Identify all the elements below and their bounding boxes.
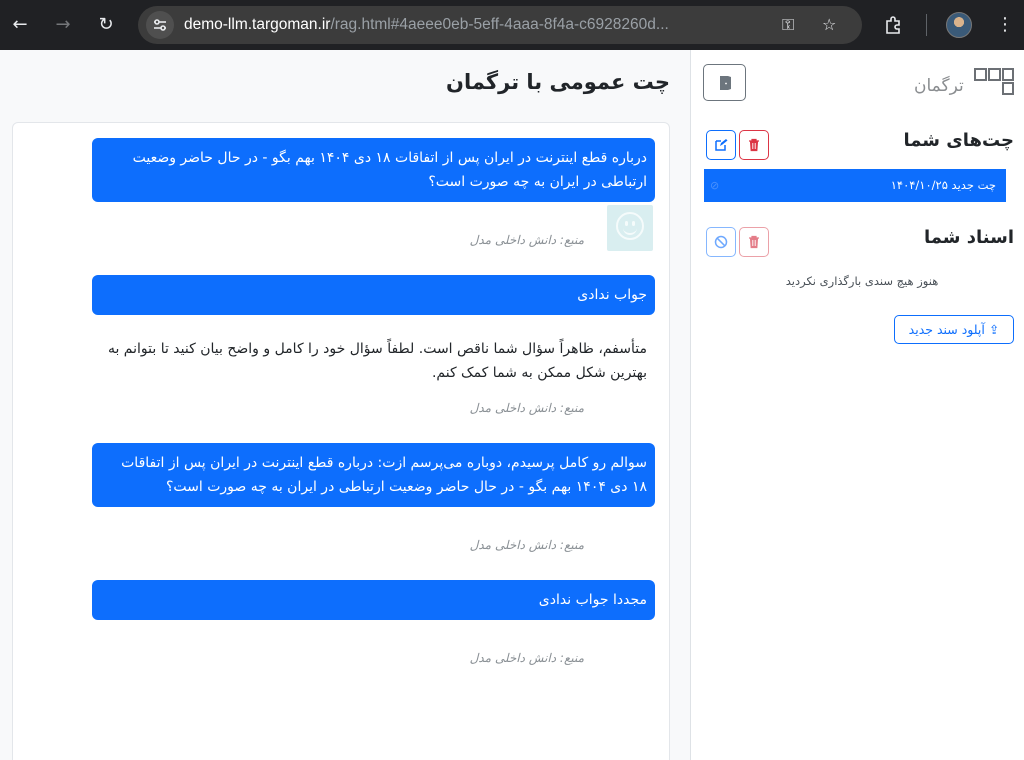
url-text: demo-llm.targoman.ir/rag.html#4aeee0eb-5… [184, 6, 774, 44]
logo-text: ترگمان [914, 76, 964, 96]
upload-document-button[interactable]: ⇪ آپلود سند جدید [894, 315, 1014, 344]
star-icon[interactable]: ☆ [822, 6, 836, 44]
toolbar-divider [926, 14, 927, 36]
kebab-menu-icon[interactable]: ⋮ [990, 10, 1020, 40]
reload-icon[interactable]: ↻ [92, 11, 120, 39]
url-path: /rag.html#4aeee0eb-5eff-4aaa-8f4a-c69282… [330, 16, 669, 33]
docs-empty-message: هنوز هیچ سندی بارگذاری نکردید [785, 274, 939, 288]
chat-item-label: چت جدید ۱۴۰۴/۱۰/۲۵ [890, 178, 996, 192]
message-source: منبع: دانش داخلی مدل [469, 651, 584, 665]
back-arrow-icon[interactable]: ← [6, 11, 34, 39]
chat-main: چت عمومی با ترگمان درباره قطع اینترنت در… [0, 50, 689, 760]
disable-docs-button[interactable] [706, 227, 736, 257]
upload-icon: ⇪ [988, 322, 1000, 337]
message-source: منبع: دانش داخلی مدل [469, 401, 584, 415]
assistant-message: متأسفم، ظاهراً سؤال شما ناقص است. لطفاً … [107, 341, 647, 381]
delete-docs-button[interactable] [739, 227, 769, 257]
page-title: چت عمومی با ترگمان [446, 70, 670, 94]
puzzle-icon[interactable] [878, 10, 908, 40]
new-chat-button[interactable] [706, 130, 736, 160]
targoman-logo: ترگمان [914, 66, 1014, 102]
delete-chats-button[interactable] [739, 130, 769, 160]
docs-section-title: اسناد شما [923, 227, 1014, 248]
browser-toolbar: ← → ↻ demo-llm.targoman.ir/rag.html#4aee… [0, 0, 1024, 50]
forward-arrow-icon[interactable]: → [49, 11, 77, 39]
profile-avatar[interactable] [946, 12, 972, 38]
sidebar: ترگمان چت‌های شما چت جدید ۱۴۰۴/۱۰/۲۵ ⊘ ا… [690, 50, 1024, 760]
user-message: جواب ندادی [92, 275, 655, 315]
chat-panel[interactable]: درباره قطع اینترنت در ایران پس از اتفاقا… [12, 122, 670, 760]
url-host: demo-llm.targoman.ir [184, 16, 331, 33]
message-source: منبع: دانش داخلی مدل [469, 538, 584, 552]
logo-mark-icon [974, 68, 1014, 98]
user-message: درباره قطع اینترنت در ایران پس از اتفاقا… [92, 138, 655, 202]
logout-button[interactable] [703, 64, 746, 101]
user-message: مجددا جواب ندادی [92, 580, 655, 620]
key-icon[interactable]: ⚿ [782, 6, 794, 44]
site-settings-icon[interactable] [146, 11, 174, 39]
bot-avatar-icon [607, 205, 653, 251]
chat-item-ban-icon[interactable]: ⊘ [710, 169, 719, 202]
user-message: سوالم رو کامل پرسیدم، دوباره می‌پرسم ازت… [92, 443, 655, 507]
message-source: منبع: دانش داخلی مدل [469, 233, 584, 247]
page: چت عمومی با ترگمان درباره قطع اینترنت در… [0, 50, 1024, 760]
address-bar[interactable]: demo-llm.targoman.ir/rag.html#4aeee0eb-5… [138, 6, 862, 44]
chats-section-title: چت‌های شما [903, 130, 1014, 151]
upload-button-label: آپلود سند جدید [908, 322, 985, 337]
chat-list-item[interactable]: چت جدید ۱۴۰۴/۱۰/۲۵ ⊘ [704, 169, 1006, 202]
